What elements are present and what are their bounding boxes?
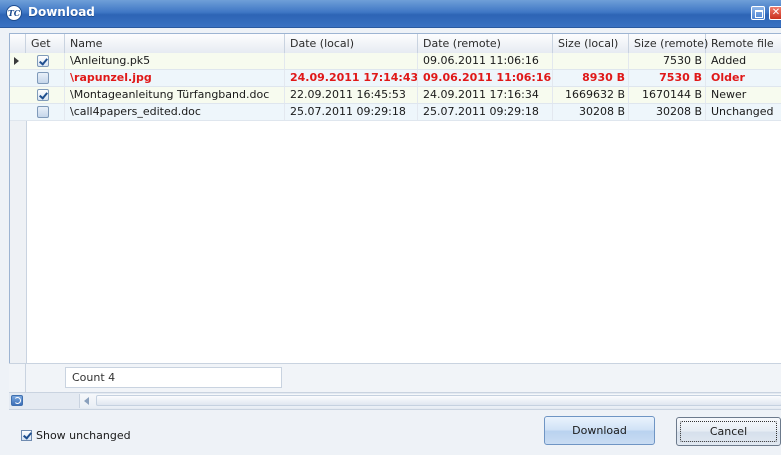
cancel-button[interactable]: Cancel [676,417,781,446]
cell-size-remote: 30208 B [629,104,706,120]
cell-get [26,87,65,103]
show-unchanged-checkbox[interactable] [21,430,32,441]
cell-name: \Anleitung.pk5 [65,53,285,69]
header-remote-file[interactable]: Remote file [706,34,781,53]
cell-date-local [285,53,418,69]
row-pointer-icon [14,57,19,65]
header-indicator [10,34,26,53]
cell-name: \call4papers_edited.doc [65,104,285,120]
cell-date-remote: 25.07.2011 09:29:18 [418,104,553,120]
table-row[interactable]: \rapunzel.jpg 24.09.2011 17:14:43 09.06.20… [10,70,781,87]
cell-remote-file: Older [711,71,745,84]
table-row[interactable]: \Anleitung.pk5 09.06.2011 11:06:16 7530 B A… [10,53,781,70]
header-get[interactable]: Get [26,34,65,53]
file-grid[interactable]: Get Name Date (local) Date (remote) Size… [9,33,781,393]
cell-date-remote: 24.09.2011 17:16:34 [418,87,553,103]
cell-size-local: 30208 B [553,104,629,120]
table-row[interactable]: \Montageanleitung Türfangband.doc 22.09.2… [10,87,781,104]
refresh-icon[interactable] [11,395,23,406]
cell-remote-file: Added [711,54,747,67]
cell-size-remote: 7530 B [629,53,706,69]
summary-separator [25,364,26,392]
scrollbar-thumb[interactable] [96,395,781,406]
chevron-left-icon[interactable] [84,397,89,405]
cell-get [26,70,65,86]
cell-size-remote: 1670144 B [629,87,706,103]
header-date-remote[interactable]: Date (remote) [418,34,553,53]
close-icon[interactable]: ✕ [769,6,781,20]
table-row[interactable]: \call4papers_edited.doc 25.07.2011 09:29:… [10,104,781,121]
tc-logo-icon: TC [6,5,22,21]
cell-size-local: 8930 B [553,70,629,86]
cell-remote-file: Newer [711,88,747,101]
get-checkbox[interactable] [37,72,49,84]
cell-remote-file: Unchanged [711,105,774,118]
maximize-icon[interactable] [751,6,765,20]
window-title: Download [28,5,95,19]
cell-date-remote: 09.06.2011 11:06:16 [418,70,553,86]
header-size-remote[interactable]: Size (remote) [629,34,708,53]
download-dialog: TC Download ✕ Get Name Date (local) Date… [0,0,781,455]
summary-row: Count 4 [9,363,781,392]
scroll-row [9,392,781,410]
cell-name: \Montageanleitung Türfangband.doc [65,87,285,103]
cell-date-remote: 09.06.2011 11:06:16 [418,53,553,69]
download-button[interactable]: Download [544,416,655,445]
show-unchanged-label[interactable]: Show unchanged [36,428,131,443]
header-date-local[interactable]: Date (local) [285,34,418,53]
cell-get [26,104,65,120]
cell-size-remote: 7530 B [629,70,706,86]
title-bar[interactable]: TC Download ✕ [0,0,781,28]
cell-date-local: 24.09.2011 17:14:43 [285,70,418,86]
cell-size-local [553,53,629,69]
cell-name: \rapunzel.jpg [65,70,285,86]
horizontal-scrollbar[interactable] [79,394,781,408]
count-label: Count 4 [65,367,282,388]
get-checkbox[interactable] [37,106,49,118]
cell-size-local: 1669632 B [553,87,629,103]
grid-header: Get Name Date (local) Date (remote) Size… [10,34,781,54]
get-checkbox[interactable] [37,55,49,67]
cell-get [26,53,65,69]
header-size-local[interactable]: Size (local) [553,34,629,53]
cell-date-local: 22.09.2011 16:45:53 [285,87,418,103]
header-name[interactable]: Name [65,34,285,53]
get-checkbox[interactable] [37,89,49,101]
cell-date-local: 25.07.2011 09:29:18 [285,104,418,120]
